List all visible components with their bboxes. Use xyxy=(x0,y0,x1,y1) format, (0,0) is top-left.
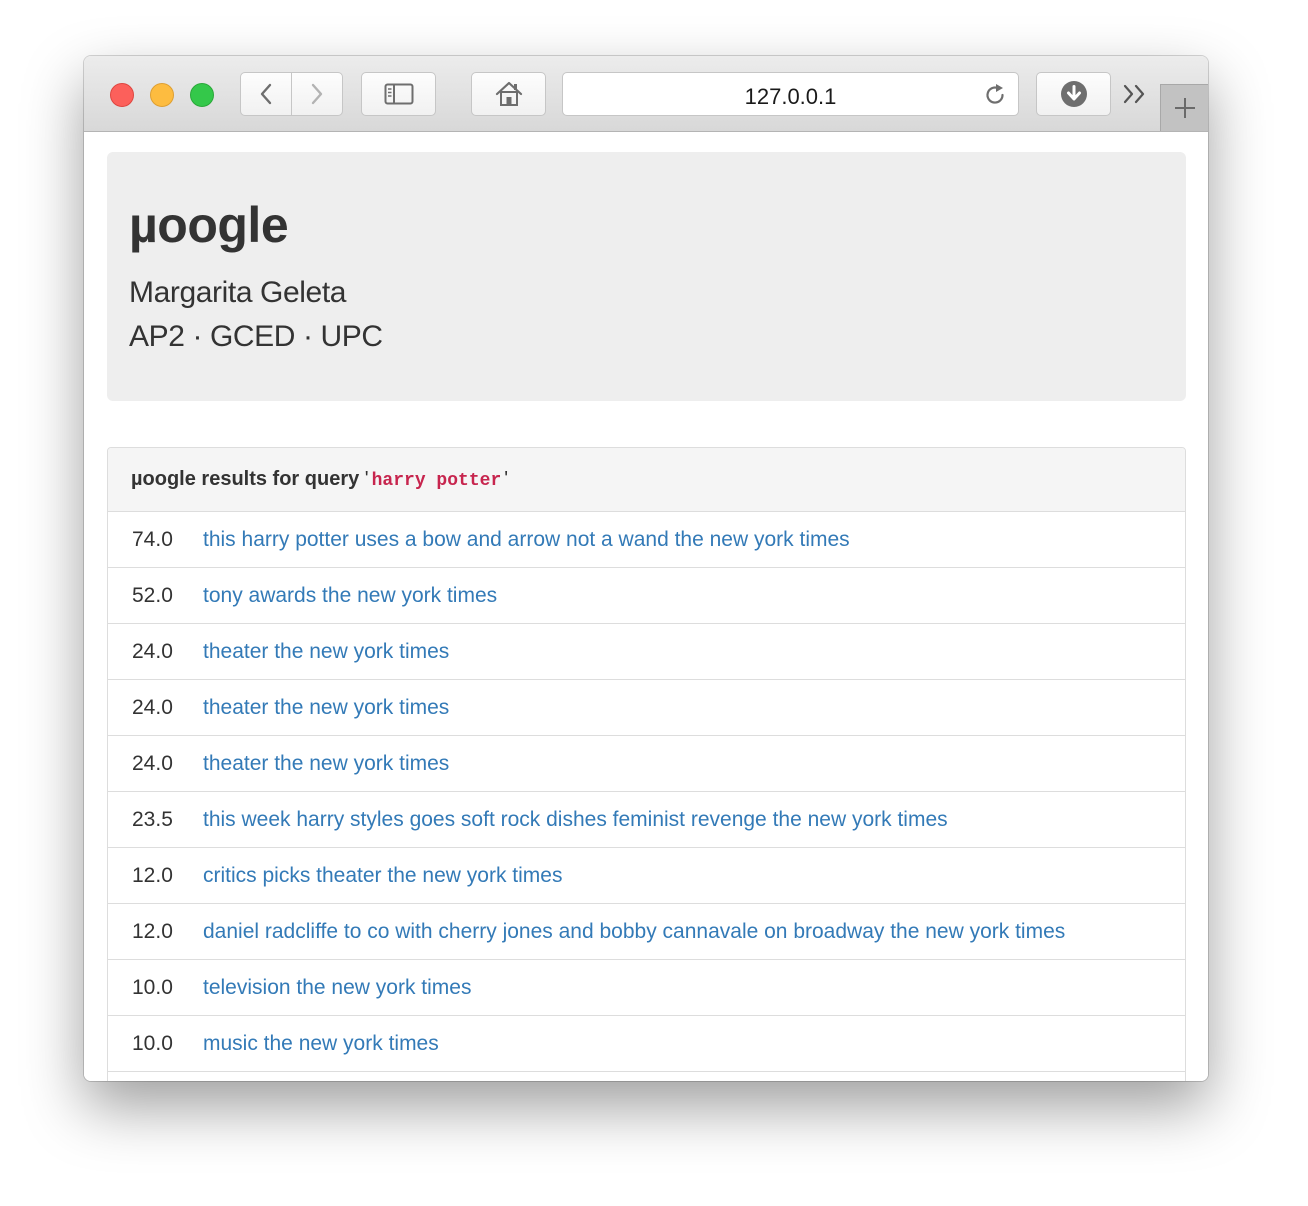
result-link[interactable]: tony awards the new york times xyxy=(203,584,497,608)
home-icon xyxy=(495,81,522,106)
results-heading: µoogle results for query ' harry potter ' xyxy=(108,448,1185,512)
result-link[interactable]: daniel radcliffe to co with cherry jones… xyxy=(203,920,1065,944)
result-link[interactable]: theater the new york times xyxy=(203,696,449,720)
double-chevron-icon[interactable] xyxy=(1121,80,1151,108)
download-icon xyxy=(1060,81,1087,107)
result-link[interactable]: television the new york times xyxy=(203,976,471,1000)
result-link[interactable]: music the new york times xyxy=(203,1032,439,1056)
result-score: 24.0 xyxy=(132,752,173,775)
chevron-left-icon xyxy=(260,83,272,105)
new-tab-button[interactable] xyxy=(1160,84,1208,131)
result-score: 12.0 xyxy=(132,864,173,887)
result-score: 23.5 xyxy=(132,808,173,831)
result-row: 10.0 television the new york times xyxy=(108,960,1185,1016)
query-text: harry potter xyxy=(371,471,502,491)
results-heading-label: µoogle results for query xyxy=(131,468,360,490)
course-affiliation: AP2 · GCED · UPC xyxy=(129,320,383,353)
address-bar[interactable]: 127.0.0.1 xyxy=(562,72,1019,116)
results-panel: µoogle results for query ' harry potter ' … xyxy=(107,447,1186,1081)
result-row: 12.0 critics picks theater the new york … xyxy=(108,848,1185,904)
result-row: 24.0 theater the new york times xyxy=(108,680,1185,736)
result-row: 52.0 tony awards the new york times xyxy=(108,568,1185,624)
result-row: 24.0 theater the new york times xyxy=(108,736,1185,792)
result-row: 74.0 this harry potter uses a bow and ar… xyxy=(108,512,1185,568)
result-row: 23.5 this week harry styles goes soft ro… xyxy=(108,792,1185,848)
sidebar-icon xyxy=(384,83,413,105)
jumbotron-header: µoogle Margarita Geleta AP2 · GCED · UPC xyxy=(107,152,1186,401)
result-link[interactable]: this harry potter uses a bow and arrow n… xyxy=(203,528,850,552)
result-row: 12.0 daniel radcliffe to co with cherry … xyxy=(108,904,1185,960)
result-score: 24.0 xyxy=(132,696,173,719)
forward-button[interactable] xyxy=(292,73,342,115)
back-button[interactable] xyxy=(241,73,292,115)
results-list: 74.0 this harry potter uses a bow and ar… xyxy=(108,512,1185,1072)
close-window-button[interactable] xyxy=(110,83,134,107)
result-score: 12.0 xyxy=(132,920,173,943)
result-score: 52.0 xyxy=(132,584,173,607)
result-link[interactable]: theater the new york times xyxy=(203,640,449,664)
result-link[interactable]: this week harry styles goes soft rock di… xyxy=(203,808,948,832)
plus-icon xyxy=(1174,98,1195,118)
result-link[interactable]: theater the new york times xyxy=(203,752,449,776)
page-content: µoogle Margarita Geleta AP2 · GCED · UPC… xyxy=(84,132,1208,1081)
result-score: 10.0 xyxy=(132,1032,173,1055)
result-score: 74.0 xyxy=(132,528,173,551)
browser-toolbar: 127.0.0.1 xyxy=(84,56,1208,132)
sidebar-button[interactable] xyxy=(361,72,436,116)
site-title: µoogle xyxy=(129,197,289,253)
home-button[interactable] xyxy=(471,72,546,116)
chevron-right-icon xyxy=(311,83,323,105)
result-score: 24.0 xyxy=(132,640,173,663)
reload-icon[interactable] xyxy=(982,82,1008,108)
query-quote-close: ' xyxy=(504,468,509,490)
address-url: 127.0.0.1 xyxy=(744,84,837,109)
minimize-window-button[interactable] xyxy=(150,83,174,107)
result-link[interactable]: critics picks theater the new york times xyxy=(203,864,562,888)
result-score: 10.0 xyxy=(132,976,173,999)
result-row: 24.0 theater the new york times xyxy=(108,624,1185,680)
result-row: 10.0 music the new york times xyxy=(108,1016,1185,1072)
zoom-window-button[interactable] xyxy=(190,83,214,107)
author-name: Margarita Geleta xyxy=(129,276,347,309)
history-navigation xyxy=(240,72,343,116)
downloads-button[interactable] xyxy=(1036,72,1111,116)
browser-window: 127.0.0.1 µoogle Margarita Geleta AP2 · … xyxy=(84,56,1208,1081)
